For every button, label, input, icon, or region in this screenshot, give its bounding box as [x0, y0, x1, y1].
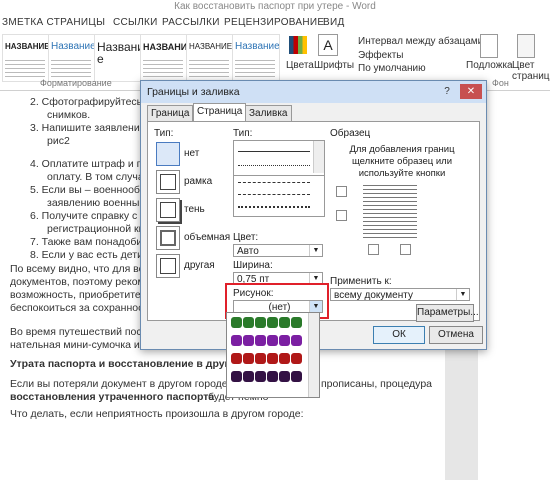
line-style-solid[interactable] — [238, 151, 310, 152]
chevron-down-icon: ▼ — [456, 289, 469, 300]
apply-to-select[interactable]: всему документу ▼ — [330, 288, 470, 301]
border-right-icon[interactable] — [400, 244, 411, 255]
border-bottom-icon[interactable] — [336, 210, 347, 221]
setting-custom-icon[interactable] — [156, 254, 180, 278]
doc-line: беспокоиться за сохранность, — [10, 302, 157, 314]
setting-shadow[interactable]: тень — [184, 204, 205, 215]
setting-custom[interactable]: другая — [184, 260, 215, 271]
fonts-icon[interactable]: A — [318, 34, 338, 56]
style-gallery-item[interactable]: Название — [232, 34, 280, 82]
doc-line: 3. Напишите заявление н — [30, 122, 155, 134]
color-label: Цвет: — [233, 232, 259, 243]
border-left-icon[interactable] — [368, 244, 379, 255]
setting-none-icon[interactable] — [156, 142, 180, 166]
doc-line: 7. Также вам понадобит — [30, 236, 148, 248]
doc-line: 2. Сфотографируйтесь в — [30, 96, 151, 108]
group-label-formatting: Форматирование — [40, 78, 112, 88]
color-select[interactable]: Авто ▼ — [233, 244, 323, 257]
dialog-title: Границы и заливка — [141, 81, 486, 103]
doc-line: 6. Получите справку с ме — [30, 210, 154, 222]
doc-line: По всему видно, что для восст — [10, 263, 160, 275]
doc-line: регистрационной книг — [47, 223, 155, 235]
style-gallery-item[interactable]: НАЗВАНИЕ — [186, 34, 234, 82]
tab-review[interactable]: РЕЦЕНЗИРОВАНИЕ — [224, 17, 324, 28]
scrollbar[interactable] — [308, 313, 319, 397]
chevron-down-icon: ▼ — [309, 245, 322, 256]
style-gallery-item[interactable]: Название — [48, 34, 96, 82]
setting-box[interactable]: рамка — [184, 176, 212, 187]
style-label: Тип: — [233, 128, 253, 139]
doc-line: нательная мини-сумочка или б — [10, 339, 161, 351]
default-button[interactable]: По умолчанию — [358, 63, 426, 74]
line-style-dotted[interactable] — [238, 165, 310, 166]
doc-line: 4. Оплатите штраф и госу — [30, 158, 157, 170]
doc-line: прописаны, процедура — [321, 378, 432, 390]
help-button[interactable]: ? — [438, 84, 456, 99]
fonts-button[interactable]: Шрифты — [314, 60, 354, 71]
tab-view[interactable]: ВИД — [323, 17, 345, 28]
setting-shadow-icon[interactable] — [156, 198, 180, 222]
preview-label: Образец — [330, 128, 371, 139]
tab-page-layout[interactable]: ЗМЕТКА СТРАНИЦЫ — [2, 17, 105, 28]
tab-page-border[interactable]: Страница — [193, 103, 247, 122]
art-option[interactable] — [231, 371, 305, 385]
page-right-margin — [478, 91, 550, 480]
art-dropdown-list[interactable] — [226, 312, 320, 398]
options-button[interactable]: Параметры... — [416, 304, 479, 322]
doc-line: возможность, приобретите спе — [10, 289, 161, 301]
art-option[interactable] — [231, 353, 305, 367]
apply-to-label: Применить к: — [330, 276, 392, 287]
paragraph-spacing-button[interactable]: Интервал между абзацами — [358, 36, 483, 47]
border-top-icon[interactable] — [336, 186, 347, 197]
effects-button[interactable]: Эффекты — [358, 50, 403, 61]
setting-3d-icon[interactable] — [156, 226, 180, 250]
preview-hint-1: Для добавления границ — [349, 144, 455, 155]
line-style-list[interactable] — [233, 140, 325, 176]
art-option[interactable] — [231, 317, 305, 331]
doc-line: снимков. — [47, 109, 91, 121]
doc-line: Что делать, если неприятность произошла … — [10, 408, 304, 420]
setting-box-icon[interactable] — [156, 170, 180, 194]
apply-to-value: всему документу — [334, 290, 413, 301]
preview-hint-3: используйте кнопки — [358, 168, 446, 179]
line-style-list-more[interactable] — [233, 176, 325, 217]
doc-line: 5. Если вы – военнообяза — [30, 184, 157, 196]
tab-mailings[interactable]: РАССЫЛКИ — [162, 17, 220, 28]
setting-none[interactable]: нет — [184, 148, 199, 159]
tab-border[interactable]: Граница — [147, 105, 194, 122]
colors-icon[interactable] — [289, 36, 307, 54]
style-gallery-item[interactable]: НАЗВАНИЕ — [2, 34, 50, 82]
watermark-button[interactable]: Подложка — [466, 60, 513, 71]
doc-line: документов, поэтому рекоме — [10, 276, 151, 288]
close-button[interactable]: ✕ — [460, 84, 482, 99]
doc-line-bold: восстановления утраченного паспорта — [10, 391, 215, 403]
style-gallery-item[interactable]: Названи е — [94, 34, 142, 82]
setting-3d[interactable]: объемная — [184, 232, 230, 243]
preview-hint-2: щелкните образец или — [351, 156, 453, 167]
tab-references[interactable]: ССЫЛКИ — [113, 17, 158, 28]
page-color-icon[interactable] — [517, 34, 535, 58]
color-value: Авто — [237, 246, 259, 257]
ok-button[interactable]: ОК — [373, 326, 425, 344]
style-gallery-item[interactable]: НАЗВАНИЕ — [140, 34, 188, 82]
scrollbar[interactable] — [313, 141, 324, 173]
doc-line: рис2 — [47, 135, 70, 147]
colors-button[interactable]: Цвета — [286, 60, 314, 71]
setting-label: Тип: — [154, 128, 174, 139]
cancel-button[interactable]: Отмена — [429, 326, 483, 344]
watermark-icon[interactable] — [480, 34, 498, 58]
tab-shading[interactable]: Заливка — [245, 105, 292, 122]
preview-page[interactable] — [363, 182, 417, 238]
art-option[interactable] — [231, 335, 305, 349]
window-title: Как восстановить паспорт при утере - Wor… — [0, 0, 550, 14]
ribbon-tabs: ЗМЕТКА СТРАНИЦЫ ССЫЛКИ РАССЫЛКИ РЕЦЕНЗИР… — [0, 14, 550, 30]
width-label: Ширина: — [233, 260, 273, 271]
